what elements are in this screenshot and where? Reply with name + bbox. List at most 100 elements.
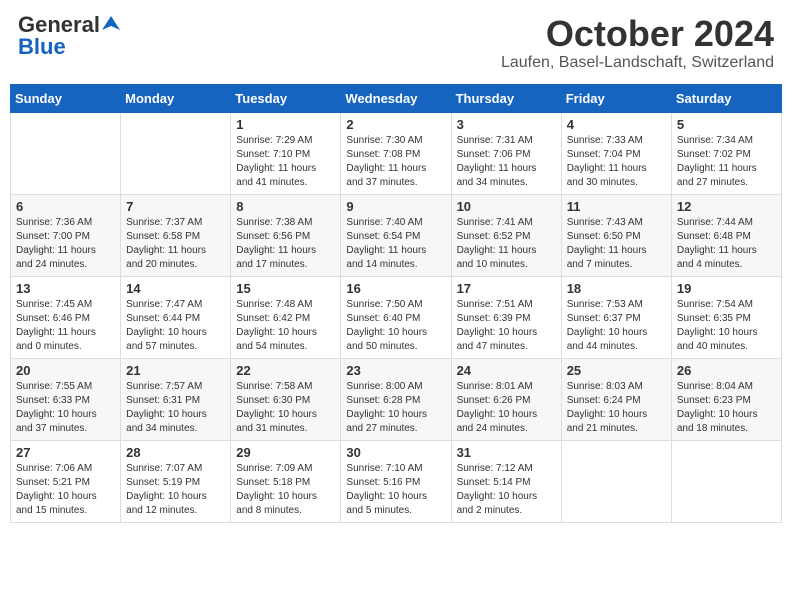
cell-content: Sunrise: 8:01 AM Sunset: 6:26 PM Dayligh… bbox=[457, 380, 556, 436]
day-number: 1 bbox=[236, 117, 335, 132]
cell-content: Sunrise: 7:43 AM Sunset: 6:50 PM Dayligh… bbox=[567, 216, 666, 272]
calendar-cell: 5Sunrise: 7:34 AM Sunset: 7:02 PM Daylig… bbox=[671, 112, 781, 194]
day-number: 11 bbox=[567, 199, 666, 214]
day-number: 15 bbox=[236, 281, 335, 296]
cell-content: Sunrise: 7:37 AM Sunset: 6:58 PM Dayligh… bbox=[126, 216, 225, 272]
day-number: 26 bbox=[677, 363, 776, 378]
day-number: 30 bbox=[346, 445, 445, 460]
day-number: 28 bbox=[126, 445, 225, 460]
calendar-cell bbox=[11, 112, 121, 194]
calendar-cell: 23Sunrise: 8:00 AM Sunset: 6:28 PM Dayli… bbox=[341, 358, 451, 440]
day-number: 21 bbox=[126, 363, 225, 378]
cell-content: Sunrise: 7:58 AM Sunset: 6:30 PM Dayligh… bbox=[236, 380, 335, 436]
day-number: 2 bbox=[346, 117, 445, 132]
cell-content: Sunrise: 7:10 AM Sunset: 5:16 PM Dayligh… bbox=[346, 462, 445, 518]
calendar-week-row: 6 Sunrise: 7:36 AM Sunset: 7:00 PM Daylig… bbox=[11, 194, 782, 276]
cell-content: Sunrise: 7:53 AM Sunset: 6:37 PM Dayligh… bbox=[567, 298, 666, 354]
cell-content: Sunrise: 7:34 AM Sunset: 7:02 PM Dayligh… bbox=[677, 134, 776, 190]
cell-content: Sunrise: 7:09 AM Sunset: 5:18 PM Dayligh… bbox=[236, 462, 335, 518]
cell-content: Sunrise: 7:07 AM Sunset: 5:19 PM Dayligh… bbox=[126, 462, 225, 518]
cell-content: Sunrise: 7:06 AM Sunset: 5:21 PM Dayligh… bbox=[16, 462, 115, 518]
calendar-table: SundayMondayTuesdayWednesdayThursdayFrid… bbox=[10, 84, 782, 523]
day-header-sunday: Sunday bbox=[11, 84, 121, 112]
calendar-cell: 19 Sunrise: 7:54 AM Sunset: 6:35 PM Dayli… bbox=[671, 276, 781, 358]
calendar-cell bbox=[561, 440, 671, 522]
logo-blue-text: Blue bbox=[18, 36, 66, 58]
calendar-cell: 16 Sunrise: 7:50 AM Sunset: 6:40 PM Dayli… bbox=[341, 276, 451, 358]
cell-content: Sunrise: 7:12 AM Sunset: 5:14 PM Dayligh… bbox=[457, 462, 556, 518]
cell-content: Sunrise: 7:47 AM Sunset: 6:44 PM Dayligh… bbox=[126, 298, 225, 354]
day-number: 24 bbox=[457, 363, 556, 378]
day-header-tuesday: Tuesday bbox=[231, 84, 341, 112]
day-number: 7 bbox=[126, 199, 225, 214]
location-text: Laufen, Basel-Landschaft, Switzerland bbox=[501, 54, 774, 72]
calendar-week-row: 20 Sunrise: 7:55 AM Sunset: 6:33 PM Dayli… bbox=[11, 358, 782, 440]
cell-content: Sunrise: 7:55 AM Sunset: 6:33 PM Dayligh… bbox=[16, 380, 115, 436]
month-title: October 2024 bbox=[501, 14, 774, 54]
calendar-cell: 7 Sunrise: 7:37 AM Sunset: 6:58 PM Daylig… bbox=[121, 194, 231, 276]
calendar-cell: 1 Sunrise: 7:29 AM Sunset: 7:10 PM Daylig… bbox=[231, 112, 341, 194]
calendar-cell: 6 Sunrise: 7:36 AM Sunset: 7:00 PM Daylig… bbox=[11, 194, 121, 276]
day-number: 27 bbox=[16, 445, 115, 460]
cell-content: Sunrise: 7:41 AM Sunset: 6:52 PM Dayligh… bbox=[457, 216, 556, 272]
calendar-cell: 10 Sunrise: 7:41 AM Sunset: 6:52 PM Dayli… bbox=[451, 194, 561, 276]
day-number: 20 bbox=[16, 363, 115, 378]
calendar-cell bbox=[671, 440, 781, 522]
day-number: 16 bbox=[346, 281, 445, 296]
calendar-cell: 26 Sunrise: 8:04 AM Sunset: 6:23 PM Dayli… bbox=[671, 358, 781, 440]
day-number: 6 bbox=[16, 199, 115, 214]
calendar-cell: 21 Sunrise: 7:57 AM Sunset: 6:31 PM Dayli… bbox=[121, 358, 231, 440]
calendar-cell: 9Sunrise: 7:40 AM Sunset: 6:54 PM Daylig… bbox=[341, 194, 451, 276]
day-number: 14 bbox=[126, 281, 225, 296]
day-number: 9 bbox=[346, 199, 445, 214]
cell-content: Sunrise: 7:36 AM Sunset: 7:00 PM Dayligh… bbox=[16, 216, 115, 272]
day-number: 31 bbox=[457, 445, 556, 460]
calendar-cell: 4 Sunrise: 7:33 AM Sunset: 7:04 PM Daylig… bbox=[561, 112, 671, 194]
calendar-cell bbox=[121, 112, 231, 194]
cell-content: Sunrise: 7:38 AM Sunset: 6:56 PM Dayligh… bbox=[236, 216, 335, 272]
day-header-friday: Friday bbox=[561, 84, 671, 112]
day-number: 22 bbox=[236, 363, 335, 378]
calendar-cell: 31 Sunrise: 7:12 AM Sunset: 5:14 PM Dayli… bbox=[451, 440, 561, 522]
calendar-header-row: SundayMondayTuesdayWednesdayThursdayFrid… bbox=[11, 84, 782, 112]
calendar-cell: 17Sunrise: 7:51 AM Sunset: 6:39 PM Dayli… bbox=[451, 276, 561, 358]
logo-general-text: General bbox=[18, 14, 100, 36]
calendar-cell: 14 Sunrise: 7:47 AM Sunset: 6:44 PM Dayli… bbox=[121, 276, 231, 358]
day-number: 17 bbox=[457, 281, 556, 296]
day-number: 10 bbox=[457, 199, 556, 214]
day-number: 29 bbox=[236, 445, 335, 460]
cell-content: Sunrise: 7:30 AM Sunset: 7:08 PM Dayligh… bbox=[346, 134, 445, 190]
cell-content: Sunrise: 8:04 AM Sunset: 6:23 PM Dayligh… bbox=[677, 380, 776, 436]
day-header-wednesday: Wednesday bbox=[341, 84, 451, 112]
cell-content: Sunrise: 7:33 AM Sunset: 7:04 PM Dayligh… bbox=[567, 134, 666, 190]
calendar-cell: 20 Sunrise: 7:55 AM Sunset: 6:33 PM Dayli… bbox=[11, 358, 121, 440]
day-number: 23 bbox=[346, 363, 445, 378]
cell-content: Sunrise: 7:57 AM Sunset: 6:31 PM Dayligh… bbox=[126, 380, 225, 436]
calendar-cell: 13Sunrise: 7:45 AM Sunset: 6:46 PM Dayli… bbox=[11, 276, 121, 358]
logo: General Blue bbox=[18, 14, 120, 58]
cell-content: Sunrise: 7:45 AM Sunset: 6:46 PM Dayligh… bbox=[16, 298, 115, 354]
day-number: 25 bbox=[567, 363, 666, 378]
calendar-week-row: 1 Sunrise: 7:29 AM Sunset: 7:10 PM Daylig… bbox=[11, 112, 782, 194]
calendar-cell: 18Sunrise: 7:53 AM Sunset: 6:37 PM Dayli… bbox=[561, 276, 671, 358]
cell-content: Sunrise: 7:54 AM Sunset: 6:35 PM Dayligh… bbox=[677, 298, 776, 354]
calendar-cell: 2 Sunrise: 7:30 AM Sunset: 7:08 PM Daylig… bbox=[341, 112, 451, 194]
cell-content: Sunrise: 7:29 AM Sunset: 7:10 PM Dayligh… bbox=[236, 134, 335, 190]
day-header-thursday: Thursday bbox=[451, 84, 561, 112]
day-number: 4 bbox=[567, 117, 666, 132]
logo-bird-icon bbox=[102, 14, 120, 32]
calendar-cell: 28 Sunrise: 7:07 AM Sunset: 5:19 PM Dayli… bbox=[121, 440, 231, 522]
calendar-week-row: 13Sunrise: 7:45 AM Sunset: 6:46 PM Dayli… bbox=[11, 276, 782, 358]
cell-content: Sunrise: 7:44 AM Sunset: 6:48 PM Dayligh… bbox=[677, 216, 776, 272]
day-number: 12 bbox=[677, 199, 776, 214]
day-header-monday: Monday bbox=[121, 84, 231, 112]
day-number: 19 bbox=[677, 281, 776, 296]
cell-content: Sunrise: 7:50 AM Sunset: 6:40 PM Dayligh… bbox=[346, 298, 445, 354]
calendar-cell: 12 Sunrise: 7:44 AM Sunset: 6:48 PM Dayli… bbox=[671, 194, 781, 276]
cell-content: Sunrise: 7:48 AM Sunset: 6:42 PM Dayligh… bbox=[236, 298, 335, 354]
calendar-week-row: 27 Sunrise: 7:06 AM Sunset: 5:21 PM Dayli… bbox=[11, 440, 782, 522]
calendar-cell: 29 Sunrise: 7:09 AM Sunset: 5:18 PM Dayli… bbox=[231, 440, 341, 522]
calendar-cell: 11 Sunrise: 7:43 AM Sunset: 6:50 PM Dayli… bbox=[561, 194, 671, 276]
calendar-cell: 25Sunrise: 8:03 AM Sunset: 6:24 PM Dayli… bbox=[561, 358, 671, 440]
calendar-cell: 24 Sunrise: 8:01 AM Sunset: 6:26 PM Dayli… bbox=[451, 358, 561, 440]
